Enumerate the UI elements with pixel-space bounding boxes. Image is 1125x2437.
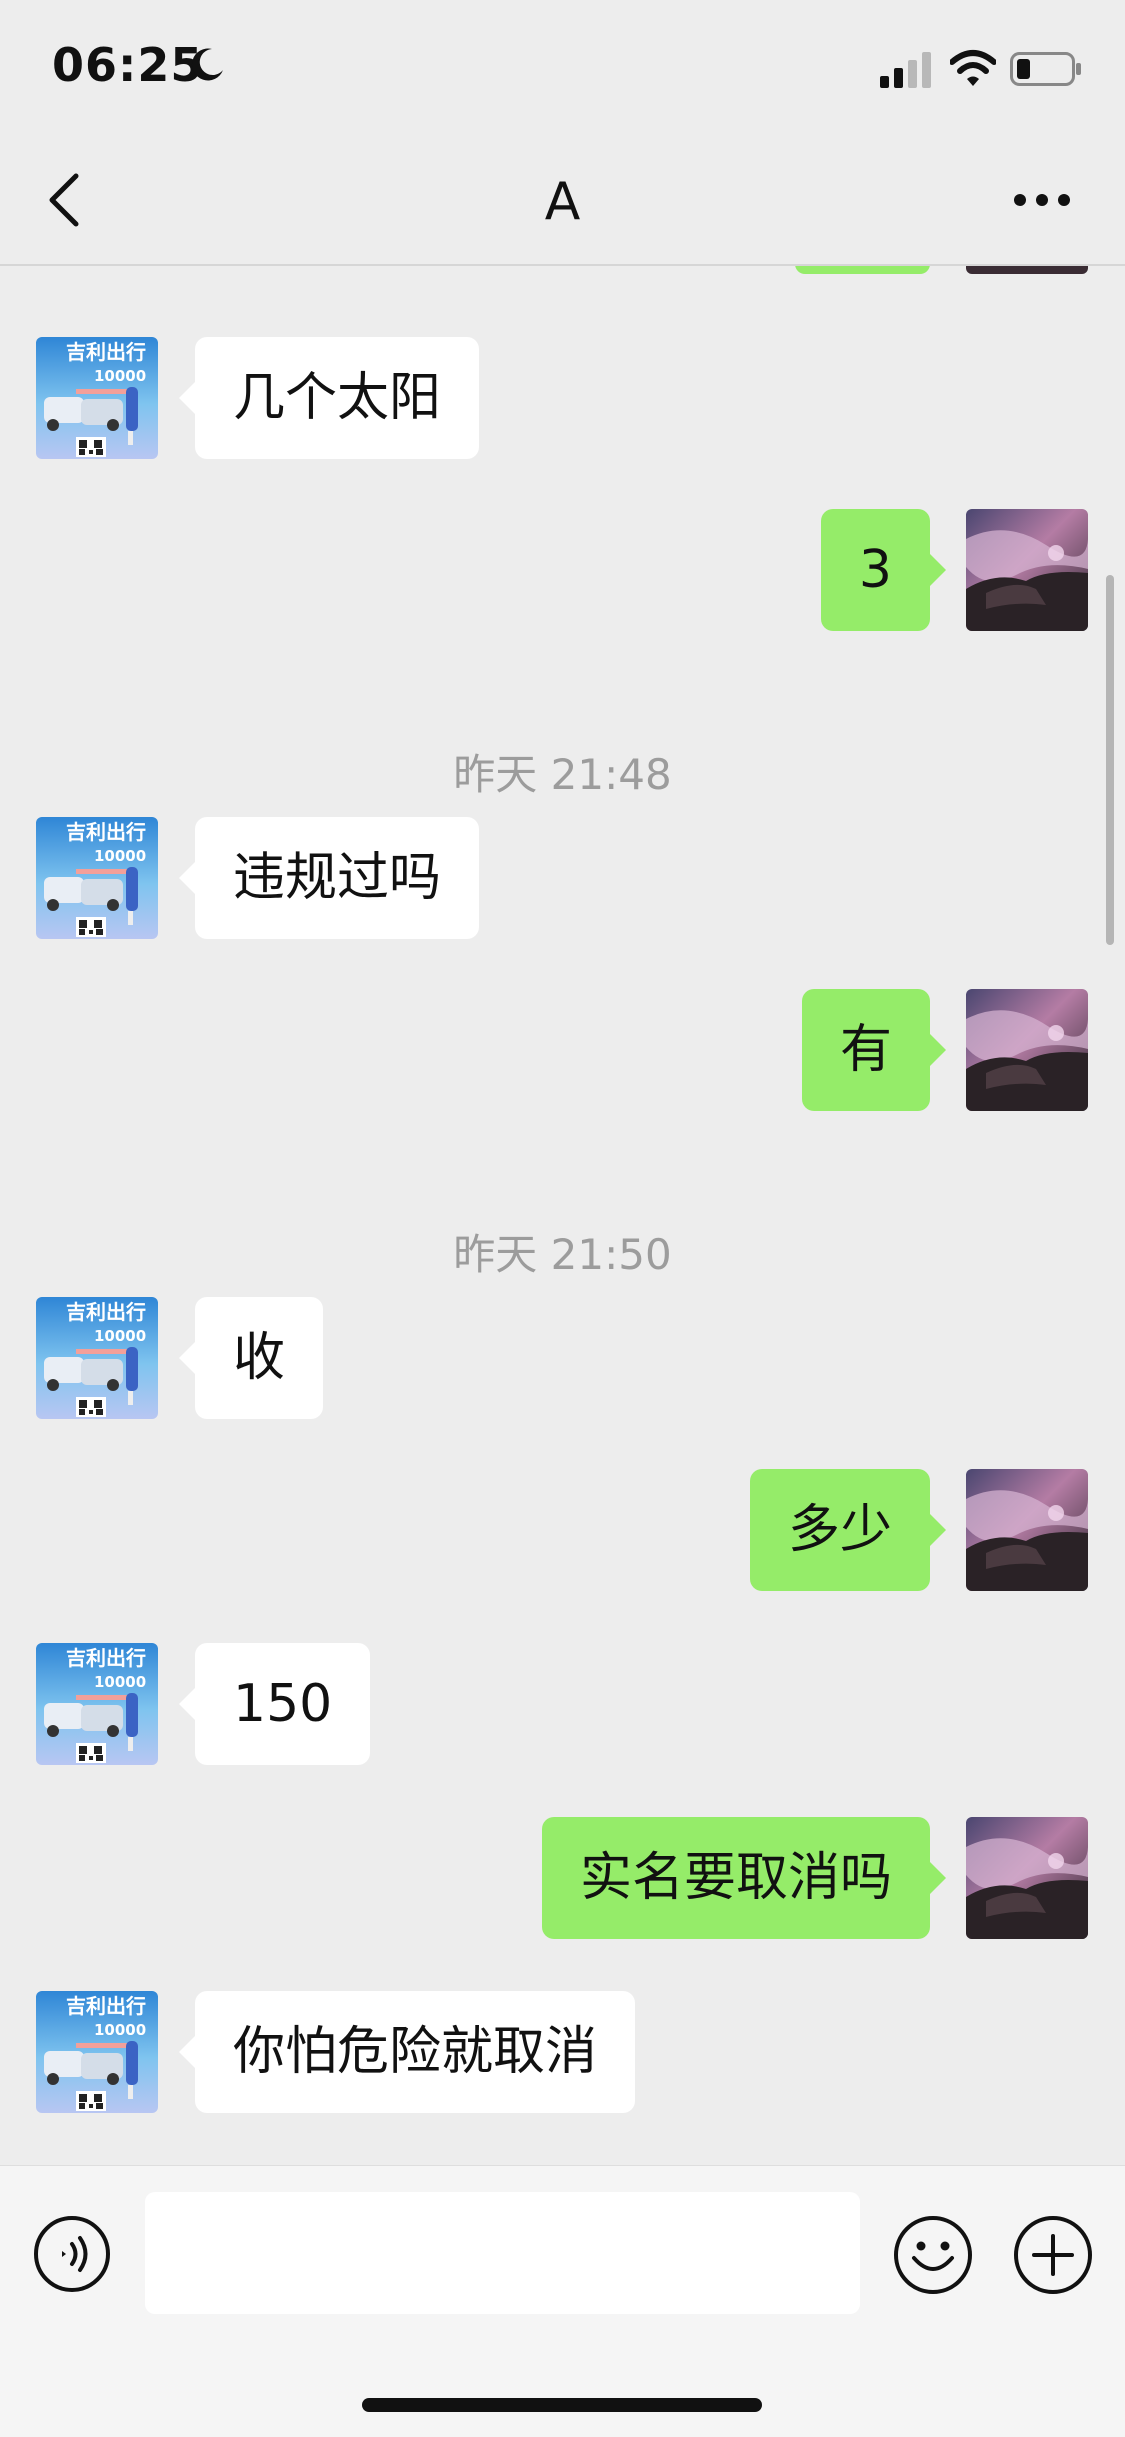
add-more-icon[interactable]	[1012, 2214, 1094, 2296]
contact-avatar[interactable]: 吉利出行 10000	[36, 1643, 158, 1765]
status-bar: 06:25	[0, 0, 1125, 140]
avatar-number-text: 10000	[94, 2021, 146, 2039]
received-message-bubble[interactable]: 违规过吗	[178, 817, 480, 939]
contact-avatar[interactable]: 吉利出行 10000	[36, 337, 158, 459]
home-indicator	[362, 2398, 762, 2412]
input-bar	[0, 2165, 1125, 2437]
wifi-icon	[950, 50, 996, 86]
message-input[interactable]	[145, 2192, 860, 2314]
self-avatar[interactable]	[966, 1469, 1088, 1591]
self-avatar[interactable]	[966, 989, 1088, 1111]
avatar-brand-text: 吉利出行	[66, 1300, 146, 1324]
message-timestamp: 昨天 21:50	[453, 1230, 672, 1279]
self-avatar[interactable]	[966, 1817, 1088, 1939]
chat-title: A	[544, 172, 581, 232]
chat-area[interactable]: 吉利出行 10000 几个太阳 3 昨天 21:48 吉利出行 10000 违规…	[0, 264, 1125, 2164]
avatar-number-text: 10000	[94, 847, 146, 865]
more-options-icon[interactable]	[1010, 190, 1074, 210]
self-avatar[interactable]	[966, 509, 1088, 631]
moon-icon	[191, 48, 223, 81]
sent-message-bubble[interactable]: 实名要取消吗	[541, 1817, 947, 1939]
sent-message-bubble[interactable]: 有	[801, 989, 947, 1111]
emoji-icon[interactable]	[892, 2214, 974, 2296]
avatar-number-text: 10000	[94, 1673, 146, 1691]
contact-avatar[interactable]: 吉利出行 10000	[36, 1297, 158, 1419]
received-message-bubble[interactable]: 收	[178, 1297, 324, 1419]
status-time: 06:25	[52, 38, 204, 92]
sent-message-bubble[interactable]: 3	[820, 509, 947, 631]
avatar-brand-text: 吉利出行	[66, 340, 146, 364]
avatar-brand-text: 吉利出行	[66, 1646, 146, 1670]
received-message-bubble[interactable]: 几个太阳	[178, 337, 480, 459]
cellular-signal-icon	[880, 52, 931, 88]
avatar-number-text: 10000	[94, 367, 146, 385]
sent-message-bubble[interactable]: 多少	[749, 1469, 947, 1591]
chat-header: A	[0, 140, 1125, 266]
avatar-brand-text: 吉利出行	[66, 1994, 146, 2018]
battery-icon	[1010, 52, 1081, 86]
contact-avatar[interactable]: 吉利出行 10000	[36, 1991, 158, 2113]
avatar-brand-text: 吉利出行	[66, 820, 146, 844]
voice-input-icon[interactable]	[32, 2214, 112, 2294]
scrollbar[interactable]	[1106, 575, 1114, 945]
received-message-bubble[interactable]: 你怕危险就取消	[178, 1991, 636, 2113]
message-timestamp: 昨天 21:48	[453, 750, 672, 799]
received-message-bubble[interactable]: 150	[178, 1643, 371, 1765]
avatar-number-text: 10000	[94, 1327, 146, 1345]
contact-avatar[interactable]: 吉利出行 10000	[36, 817, 158, 939]
